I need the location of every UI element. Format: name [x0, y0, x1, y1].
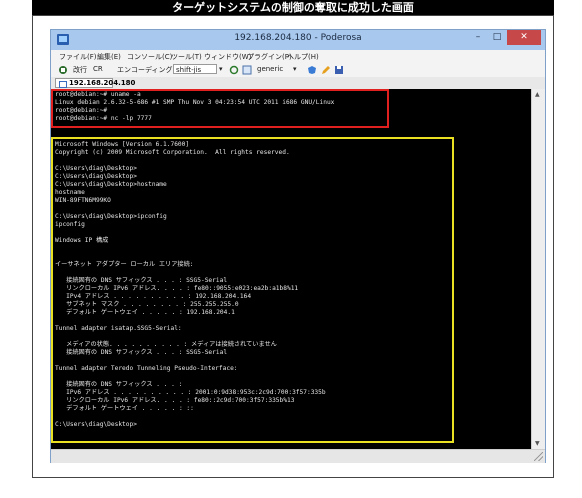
shield-icon[interactable]: [307, 65, 317, 75]
save-icon[interactable]: [334, 65, 344, 75]
connect-icon[interactable]: [58, 65, 68, 75]
menu-edit[interactable]: 編集(E): [97, 52, 121, 62]
menu-tools[interactable]: ツール(T): [171, 52, 202, 62]
terminal-tab-icon: [59, 81, 67, 88]
encoding-label: エンコーディング: [117, 66, 173, 74]
encoding-select[interactable]: shift-jis: [173, 64, 217, 74]
minimize-button[interactable]: –: [469, 30, 487, 45]
tab-session[interactable]: 192.168.204.180: [55, 78, 135, 88]
scroll-down-icon[interactable]: ▼: [535, 440, 540, 447]
vertical-scrollbar[interactable]: ▲ ▼: [531, 89, 545, 449]
close-button[interactable]: ✕: [507, 30, 541, 45]
refresh-icon[interactable]: [229, 65, 239, 75]
tab-session-label: 192.168.204.180: [69, 79, 136, 87]
newline-select[interactable]: CR: [93, 65, 103, 73]
terminal-type-select[interactable]: generic: [257, 65, 283, 73]
terminal-type-chevron-icon[interactable]: ▾: [293, 65, 297, 73]
menu-console[interactable]: コンソール(C): [127, 52, 172, 62]
windows-shell-highlight: [51, 137, 454, 443]
menu-bar: ファイル(F) 編集(E) コンソール(C) ツール(T) ウィンドウ(W) プ…: [51, 50, 545, 63]
edit-icon[interactable]: [321, 65, 331, 75]
terminal-settings-icon[interactable]: [242, 65, 252, 75]
linux-session-highlight: [51, 89, 389, 128]
menu-file[interactable]: ファイル(F): [59, 52, 97, 62]
window-titlebar[interactable]: 192.168.204.180 - Poderosa – □ ✕: [51, 30, 545, 50]
maximize-button[interactable]: □: [488, 30, 506, 45]
menu-help[interactable]: ヘルプ(H): [287, 52, 319, 62]
status-bar: [51, 449, 545, 463]
menu-plugin[interactable]: プラグイン(P): [247, 52, 292, 62]
toolbar: 改行 CR エンコーディング shift-jis ▾ generic ▾: [51, 63, 545, 78]
resize-grip-icon[interactable]: [534, 452, 543, 461]
chevron-down-icon[interactable]: ▾: [219, 65, 223, 73]
figure-title: ターゲットシステムの制御の奪取に成功した画面: [32, 0, 554, 15]
terminal-area[interactable]: root@debian:~# uname -a Linux debian 2.6…: [51, 89, 531, 449]
poderosa-window: 192.168.204.180 - Poderosa – □ ✕ ファイル(F)…: [50, 29, 546, 463]
menu-window[interactable]: ウィンドウ(W): [204, 52, 251, 62]
scroll-up-icon[interactable]: ▲: [535, 91, 540, 98]
newline-label: 改行: [73, 66, 87, 74]
